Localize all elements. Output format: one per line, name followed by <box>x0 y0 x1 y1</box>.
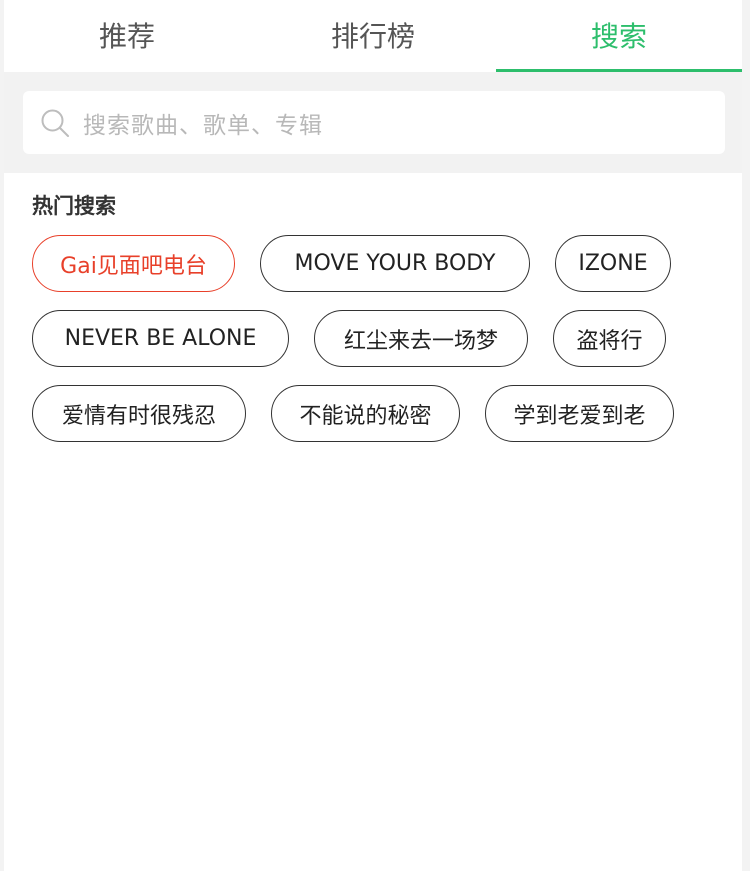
hot-tag-row: NEVER BE ALONE 红尘来去一场梦 盗将行 <box>32 310 722 367</box>
tab-label: 搜索 <box>590 20 647 53</box>
tab-ranking[interactable]: 排行榜 <box>250 0 496 72</box>
search-input[interactable]: 搜索歌曲、歌单、专辑 <box>23 91 725 154</box>
hot-tag[interactable]: 红尘来去一场梦 <box>314 310 528 367</box>
hot-tag[interactable]: Gai见面吧电台 <box>32 235 235 292</box>
hot-tag[interactable]: MOVE YOUR BODY <box>260 235 530 292</box>
hot-tag[interactable]: 学到老爱到老 <box>485 385 674 442</box>
hot-tag[interactable]: 爱情有时很残忍 <box>32 385 246 442</box>
tab-bar: 推荐 排行榜 搜索 <box>4 0 742 72</box>
hot-tag-row: Gai见面吧电台 MOVE YOUR BODY IZONE <box>32 235 722 292</box>
hot-tag[interactable]: 盗将行 <box>553 310 666 367</box>
search-placeholder: 搜索歌曲、歌单、专辑 <box>83 112 323 139</box>
hot-tag[interactable]: 不能说的秘密 <box>271 385 460 442</box>
tab-search[interactable]: 搜索 <box>496 0 742 72</box>
tab-label: 排行榜 <box>330 20 415 53</box>
hot-tag-row: 爱情有时很残忍 不能说的秘密 学到老爱到老 <box>32 385 722 442</box>
tab-label: 推荐 <box>98 20 155 53</box>
search-icon <box>41 109 69 137</box>
hot-search-section: 热门搜索 Gai见面吧电台 MOVE YOUR BODY IZONE NEVER… <box>32 196 722 460</box>
hot-search-title: 热门搜索 <box>32 194 116 218</box>
search-area: 搜索歌曲、歌单、专辑 <box>4 72 742 173</box>
app-frame: 推荐 排行榜 搜索 搜索歌曲、歌单、专辑 热门搜索 Gai见面吧电台 MOVE … <box>4 0 742 871</box>
tab-recommend[interactable]: 推荐 <box>4 0 250 72</box>
hot-tag[interactable]: NEVER BE ALONE <box>32 310 289 367</box>
hot-tag[interactable]: IZONE <box>555 235 671 292</box>
